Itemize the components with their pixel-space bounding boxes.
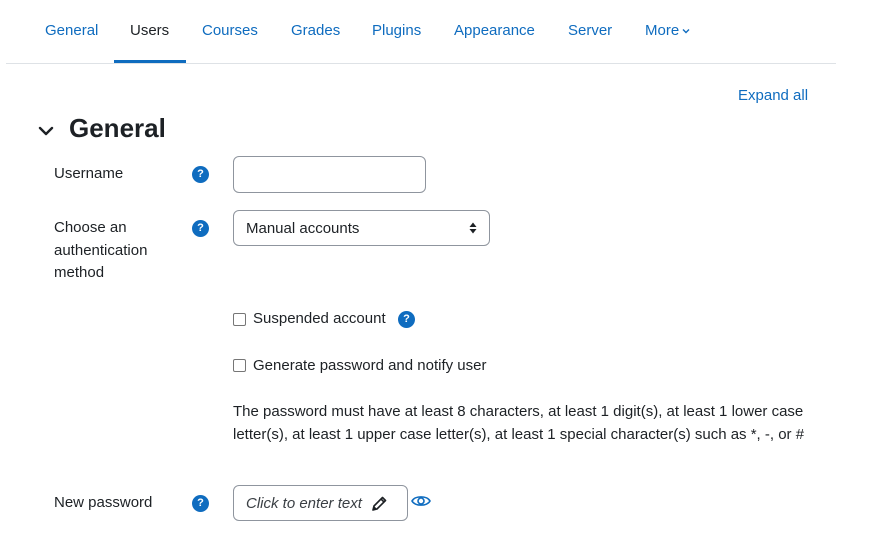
tab-plugins[interactable]: Plugins [372, 22, 421, 39]
section-title: General [69, 113, 166, 143]
help-icon[interactable]: ? [192, 220, 209, 237]
tab-more[interactable]: More [645, 22, 690, 39]
generate-password-checkbox[interactable] [233, 359, 246, 372]
active-tab-indicator [114, 60, 186, 63]
suspended-checkbox[interactable] [233, 313, 246, 326]
auth-method-select[interactable]: Manual accounts [233, 210, 490, 246]
chevron-down-icon [682, 29, 690, 34]
help-icon[interactable]: ? [192, 166, 209, 183]
new-password-field[interactable]: Click to enter text [233, 485, 408, 521]
tab-server[interactable]: Server [568, 22, 612, 39]
eye-icon[interactable] [411, 493, 431, 509]
secondary-navigation: General Users Courses Grades Plugins App… [6, 0, 836, 64]
auth-method-label: Choose an authentication method [54, 219, 148, 281]
select-arrows-icon [469, 222, 477, 234]
auth-method-value: Manual accounts [246, 220, 360, 237]
tab-more-label: More [645, 22, 680, 39]
tab-general[interactable]: General [45, 22, 98, 39]
tab-courses[interactable]: Courses [202, 22, 258, 39]
tab-users[interactable]: Users [130, 22, 169, 39]
expand-all-link[interactable]: Expand all [738, 87, 808, 104]
password-policy-text: The password must have at least 8 charac… [233, 403, 805, 443]
tab-grades[interactable]: Grades [291, 22, 340, 39]
generate-password-label[interactable]: Generate password and notify user [253, 357, 486, 374]
suspended-label[interactable]: Suspended account [253, 310, 386, 327]
chevron-down-icon[interactable] [38, 124, 54, 138]
new-password-label: New password [54, 494, 153, 511]
tab-appearance[interactable]: Appearance [454, 22, 535, 39]
username-label: Username [54, 165, 124, 182]
help-icon[interactable]: ? [398, 311, 415, 328]
new-password-placeholder: Click to enter text [246, 495, 362, 512]
username-input[interactable] [233, 156, 426, 193]
pencil-icon [372, 496, 387, 511]
help-icon[interactable]: ? [192, 495, 209, 512]
